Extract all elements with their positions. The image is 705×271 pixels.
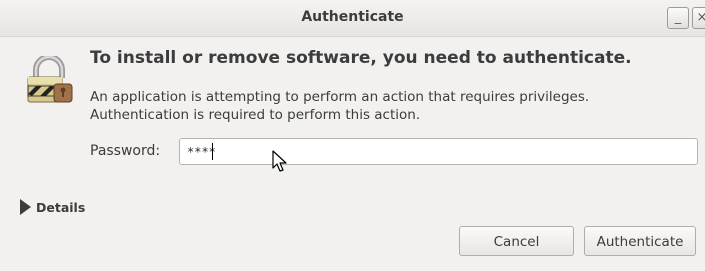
authenticate-dialog: Authenticate _ × To install or remove so… — [0, 0, 705, 271]
password-field[interactable] — [179, 138, 698, 165]
details-label: Details — [36, 199, 86, 215]
authenticate-button[interactable]: Authenticate — [584, 226, 696, 256]
details-expander[interactable]: Details — [20, 197, 85, 217]
mouse-pointer-icon — [272, 150, 287, 172]
close-button[interactable]: × — [692, 7, 705, 29]
title-bar[interactable]: Authenticate _ × — [0, 0, 705, 37]
text-caret — [212, 143, 213, 160]
message-line-2: Authentication is required to perform th… — [90, 107, 421, 123]
password-label: Password: — [90, 143, 161, 159]
dialog-message: An application is attempting to perform … — [90, 88, 589, 124]
cancel-button[interactable]: Cancel — [459, 226, 574, 256]
minimize-button[interactable]: _ — [667, 7, 689, 29]
dialog-heading: To install or remove software, you need … — [90, 48, 632, 68]
window-title: Authenticate — [301, 9, 404, 25]
lock-icon — [27, 56, 73, 103]
message-line-1: An application is attempting to perform … — [90, 89, 590, 105]
triangle-right-icon — [20, 199, 31, 215]
